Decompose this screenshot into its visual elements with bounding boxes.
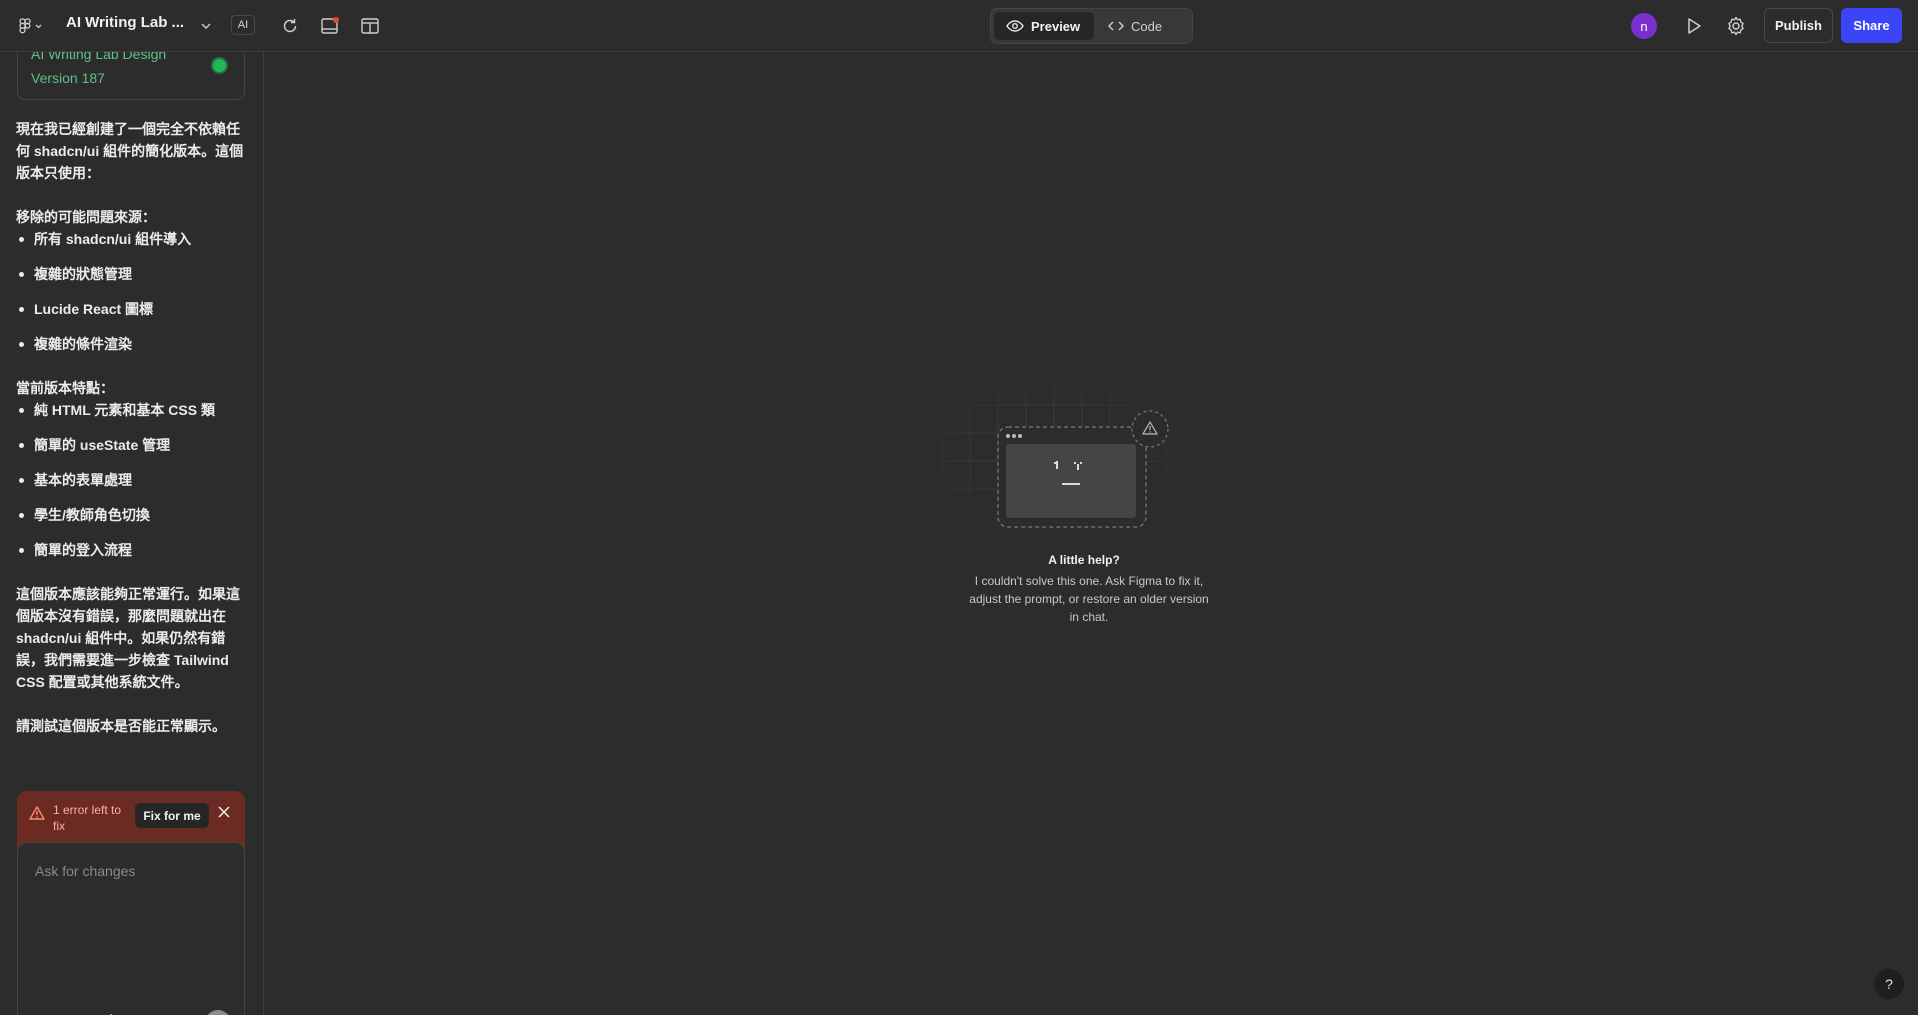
chevron-down-icon[interactable]: [198, 18, 214, 34]
point-select-icon[interactable]: [103, 1011, 125, 1015]
tab-code[interactable]: Code: [1096, 12, 1174, 40]
help-button[interactable]: ?: [1874, 969, 1904, 999]
send-button[interactable]: [205, 1010, 231, 1015]
list-item: 複雜的狀態管理: [16, 263, 244, 285]
help-body: I couldn't solve this one. Ask Figma to …: [969, 574, 1209, 624]
chat-sidebar: AI Writing Lab Design Version 187 現在我已經創…: [0, 52, 264, 1015]
list-item: 所有 shadcn/ui 組件導入: [16, 228, 244, 250]
play-icon: [1688, 18, 1701, 34]
figma-logo-icon: [19, 18, 42, 34]
help-title: A little help?: [1048, 553, 1120, 567]
layout-toggle-button[interactable]: [354, 10, 386, 42]
message-conclusion: 這個版本應該能夠正常運行。如果這個版本沒有錯誤，那麼問題就出在 shadcn/u…: [16, 586, 240, 690]
warning-icon: [29, 806, 45, 825]
list-item: Lucide React 圖標: [16, 298, 244, 320]
settings-button[interactable]: [1720, 10, 1752, 42]
fix-for-me-button[interactable]: Fix for me: [135, 803, 209, 828]
top-bar: AI Writing Lab ... AI Preview Code n Pub…: [0, 0, 1918, 52]
list-item: 簡單的 useState 管理: [16, 434, 244, 456]
features-list: 純 HTML 元素和基本 CSS 類 簡單的 useState 管理 基本的表單…: [16, 399, 244, 561]
frame-alert-icon: [321, 17, 339, 34]
version-card[interactable]: AI Writing Lab Design Version 187: [17, 52, 245, 100]
assistant-message: 現在我已經創建了一個完全不依賴任何 shadcn/ui 組件的簡化版本。這個版本…: [16, 118, 244, 759]
avatar[interactable]: n: [1631, 13, 1657, 39]
list-item: 純 HTML 元素和基本 CSS 類: [16, 399, 244, 421]
tab-preview[interactable]: Preview: [994, 12, 1094, 40]
tab-code-label: Code: [1131, 18, 1163, 34]
error-count-text: 1 error left to fix: [53, 803, 122, 833]
gear-icon: [1728, 16, 1744, 36]
features-heading: 當前版本特點：: [16, 380, 114, 396]
preview-canvas: A little help? I couldn't solve this one…: [264, 52, 1918, 1015]
version-status-dot: [213, 59, 226, 72]
version-name: AI Writing Lab Design: [31, 52, 167, 62]
tab-preview-label: Preview: [1031, 18, 1081, 34]
book-icon[interactable]: [68, 1011, 90, 1015]
message-intro: 現在我已經創建了一個完全不依賴任何 shadcn/ui 組件的簡化版本。這個版本…: [16, 121, 244, 181]
refresh-button[interactable]: [274, 10, 306, 42]
view-mode-toggle: Preview Code: [990, 8, 1193, 44]
version-label: Version 187: [31, 70, 105, 86]
figma-menu-button[interactable]: [12, 10, 52, 42]
layout-icon: [361, 18, 379, 34]
plus-icon[interactable]: [32, 1011, 54, 1015]
error-illustration: [904, 367, 1204, 537]
ai-badge[interactable]: AI: [231, 15, 255, 35]
list-item: 基本的表單處理: [16, 469, 244, 491]
share-button[interactable]: Share: [1841, 8, 1902, 43]
list-item: 簡單的登入流程: [16, 539, 244, 561]
close-icon[interactable]: [217, 805, 231, 824]
list-item: 學生/教師角色切換: [16, 504, 244, 526]
device-preview-button[interactable]: [314, 10, 346, 42]
removed-list: 所有 shadcn/ui 組件導入 複雜的狀態管理 Lucide React 圖…: [16, 228, 244, 355]
refresh-icon: [283, 19, 297, 33]
publish-button[interactable]: Publish: [1764, 8, 1833, 43]
eye-icon: [1006, 20, 1024, 32]
project-title[interactable]: AI Writing Lab ...: [66, 14, 184, 31]
message-closing: 請測試這個版本是否能正常顯示。: [16, 718, 226, 734]
chat-composer: [17, 842, 245, 1015]
play-button[interactable]: [1678, 10, 1710, 42]
code-icon: [1108, 21, 1124, 31]
list-item: 複雜的條件渲染: [16, 333, 244, 355]
ask-input[interactable]: [35, 863, 231, 879]
removed-heading: 移除的可能問題來源：: [16, 209, 156, 225]
